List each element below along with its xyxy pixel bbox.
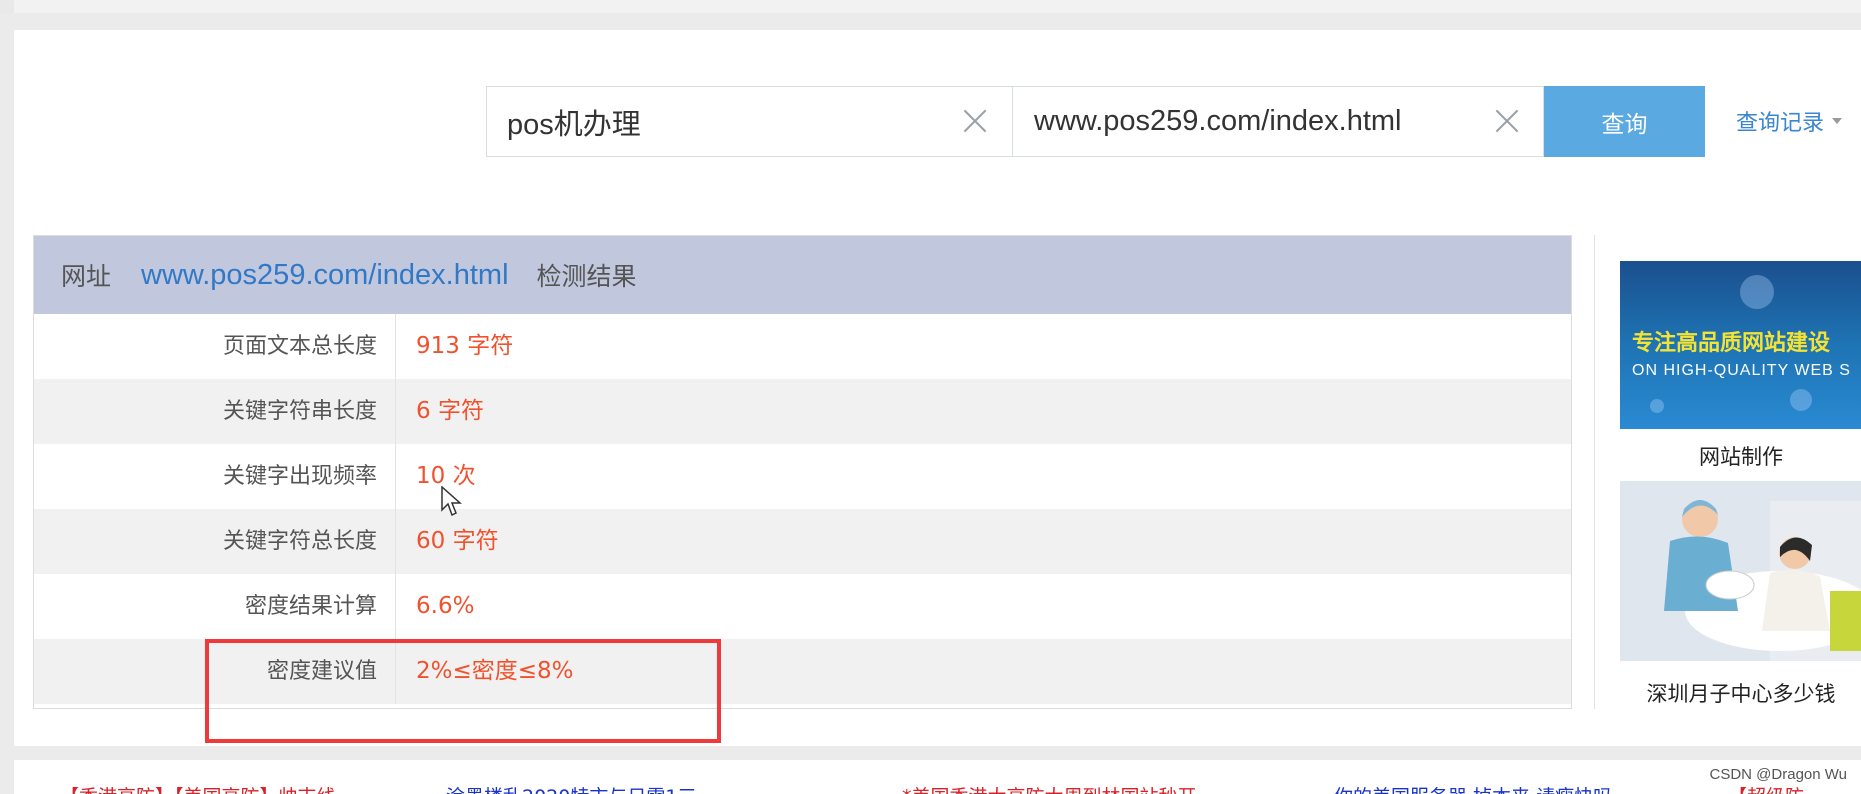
page: 查询 查询记录 网址 www.pos259.com/index.html 检测结…	[0, 0, 1861, 794]
query-history-label: 查询记录	[1736, 111, 1825, 136]
table-row: 关键字符串长度 6 字符	[34, 379, 1571, 444]
row-key: 页面文本总长度	[34, 314, 396, 379]
url-input[interactable]	[1014, 91, 1454, 152]
ad-slogan-en: ON HIGH-QUALITY WEB S	[1632, 362, 1851, 379]
query-button[interactable]: 查询	[1544, 86, 1705, 157]
clear-url-icon[interactable]	[1492, 106, 1522, 136]
ticker-link[interactable]: 涂墨楼乱2020特市与日雪1三	[446, 782, 696, 794]
ad-banner-web-design[interactable]: 专注高品质网站建设 ON HIGH-QUALITY WEB S	[1620, 261, 1861, 429]
row-key: 密度建议值	[34, 639, 396, 704]
table-row: 关键字符总长度 60 字符	[34, 509, 1571, 574]
row-value: 2%≤密度≤8%	[416, 658, 574, 684]
header-label: 网址	[61, 262, 112, 291]
header-url-link[interactable]: www.pos259.com/index.html	[141, 259, 509, 292]
query-history-dropdown[interactable]: 查询记录	[1736, 104, 1843, 138]
row-key: 关键字符串长度	[34, 379, 396, 444]
table-row: 关键字出现频率 10 次	[34, 444, 1571, 509]
table-row: 页面文本总长度 913 字符	[34, 314, 1571, 379]
bottom-ticker: 【香港高防】【美国高防】帅吉线 涂墨楼乱2020特市与日雪1三 *美国香港大高防…	[14, 760, 1861, 794]
clear-keyword-icon[interactable]	[960, 106, 990, 136]
ad-photo-maternity[interactable]	[1620, 481, 1861, 661]
keyword-field[interactable]	[487, 87, 1013, 156]
ticker-link[interactable]: *美国香港大高防大周到林国站秒开	[902, 782, 1197, 794]
url-field[interactable]	[1014, 87, 1544, 156]
ticker-link[interactable]: 【香港高防】【美国高防】帅吉线	[60, 782, 336, 794]
maternity-photo-icon	[1620, 481, 1861, 661]
row-key: 关键字出现频率	[34, 444, 396, 509]
ticker-link[interactable]: 你的美国服务器 掉本来 请瘦快吗	[1334, 782, 1612, 794]
row-value: 6 字符	[416, 398, 484, 424]
chevron-down-icon	[1832, 118, 1843, 124]
ad-slogan: 专注高品质网站建设	[1632, 331, 1831, 356]
table-row: 密度结果计算 6.6%	[34, 574, 1571, 639]
top-strip	[0, 0, 1861, 13]
row-value: 6.6%	[416, 593, 475, 619]
results-header: 网址 www.pos259.com/index.html 检测结果	[34, 236, 1571, 314]
watermark: CSDN @Dragon Wu	[1709, 766, 1848, 783]
row-value: 60 字符	[416, 528, 499, 554]
results-panel: 网址 www.pos259.com/index.html 检测结果 页面文本总长…	[33, 235, 1572, 709]
mouse-cursor-icon	[441, 486, 462, 517]
table-row: 密度建议值 2%≤密度≤8%	[34, 639, 1571, 704]
row-key: 密度结果计算	[34, 574, 396, 639]
row-key: 关键字符总长度	[34, 509, 396, 574]
ad-caption-maternity[interactable]: 深圳月子中心多少钱	[1620, 678, 1861, 708]
ad-caption-web-design[interactable]: 网站制作	[1620, 441, 1861, 471]
ticker-link[interactable]: 【超级防	[1728, 782, 1804, 794]
sidebar-ads: 专注高品质网站建设 ON HIGH-QUALITY WEB S 网站制作 深圳月…	[1594, 235, 1861, 709]
search-box	[486, 86, 1544, 157]
header-suffix: 检测结果	[536, 262, 637, 291]
keyword-input[interactable]	[487, 91, 927, 152]
row-value: 913 字符	[416, 333, 514, 359]
